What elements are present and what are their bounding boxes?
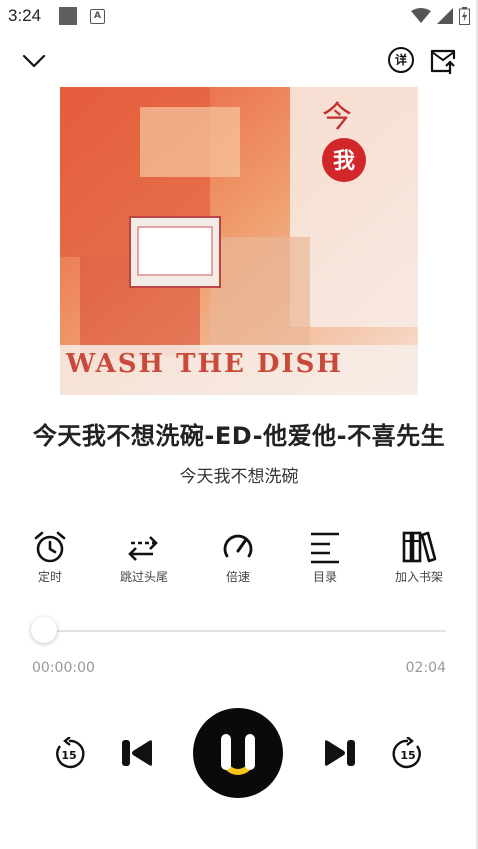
status-time: 3:24 [8,6,42,25]
alarm-clock-icon [34,531,66,563]
rewind-15-icon[interactable]: 15 [52,737,86,771]
detail-button[interactable]: 详 [388,47,414,73]
progress-handle[interactable] [31,617,57,643]
collapse-chevron-icon[interactable] [20,46,48,74]
catalog-label: 目录 [312,570,337,584]
track-title: 今天我不想洗碗-ED-他爱他-不喜先生 [32,422,446,450]
album-cover-art: 我 今 WASH THE DISH [60,87,418,395]
status-icons [411,7,470,25]
add-to-shelf-label: 加入书架 [394,570,443,584]
forward-seconds: 15 [400,749,415,762]
action-row: 定时 跳过头尾 倍速 目录 加入书架 [0,530,478,590]
album-name: 今天我不想洗碗 [179,467,299,487]
cover-title-text: WASH THE DISH [65,349,343,379]
timer-button[interactable]: 定时 [10,530,90,585]
previous-track-icon[interactable] [120,738,154,768]
svg-text:我: 我 [333,149,355,174]
playback-speed-button[interactable]: 倍速 [198,530,278,585]
catalog-button[interactable]: 目录 [285,530,365,585]
rewind-seconds: 15 [61,749,76,762]
bookshelf-icon [402,531,437,563]
player-topbar: 详 [0,40,478,84]
timer-label: 定时 [37,570,62,584]
play-pause-button[interactable] [193,708,283,798]
speed-gauge-icon [223,534,253,558]
speed-label: 倍速 [225,570,250,584]
share-icon[interactable] [428,46,458,76]
forward-15-icon[interactable]: 15 [391,737,425,771]
album-cover: 我 今 WASH THE DISH [60,87,418,395]
app-notification-icon: A [90,9,105,24]
progress-track[interactable] [44,630,446,632]
current-time: 00:00:00 [32,660,95,676]
catalog-icon [311,532,339,564]
notification-icon [59,7,77,25]
signal-icon [437,8,453,24]
svg-text:今: 今 [322,100,352,135]
battery-icon [459,7,470,25]
skip-intro-label: 跳过头尾 [119,570,168,584]
next-track-icon[interactable] [323,738,357,768]
wifi-icon [411,8,431,23]
playback-controls: 15 15 [0,706,478,800]
add-to-shelf-button[interactable]: 加入书架 [379,530,459,585]
status-bar: 3:24 A [0,0,478,34]
total-time: 02:04 [405,660,446,676]
skip-intro-outro-button[interactable]: 跳过头尾 [104,530,184,585]
pause-icon [221,734,255,775]
skip-intro-icon [128,536,158,561]
